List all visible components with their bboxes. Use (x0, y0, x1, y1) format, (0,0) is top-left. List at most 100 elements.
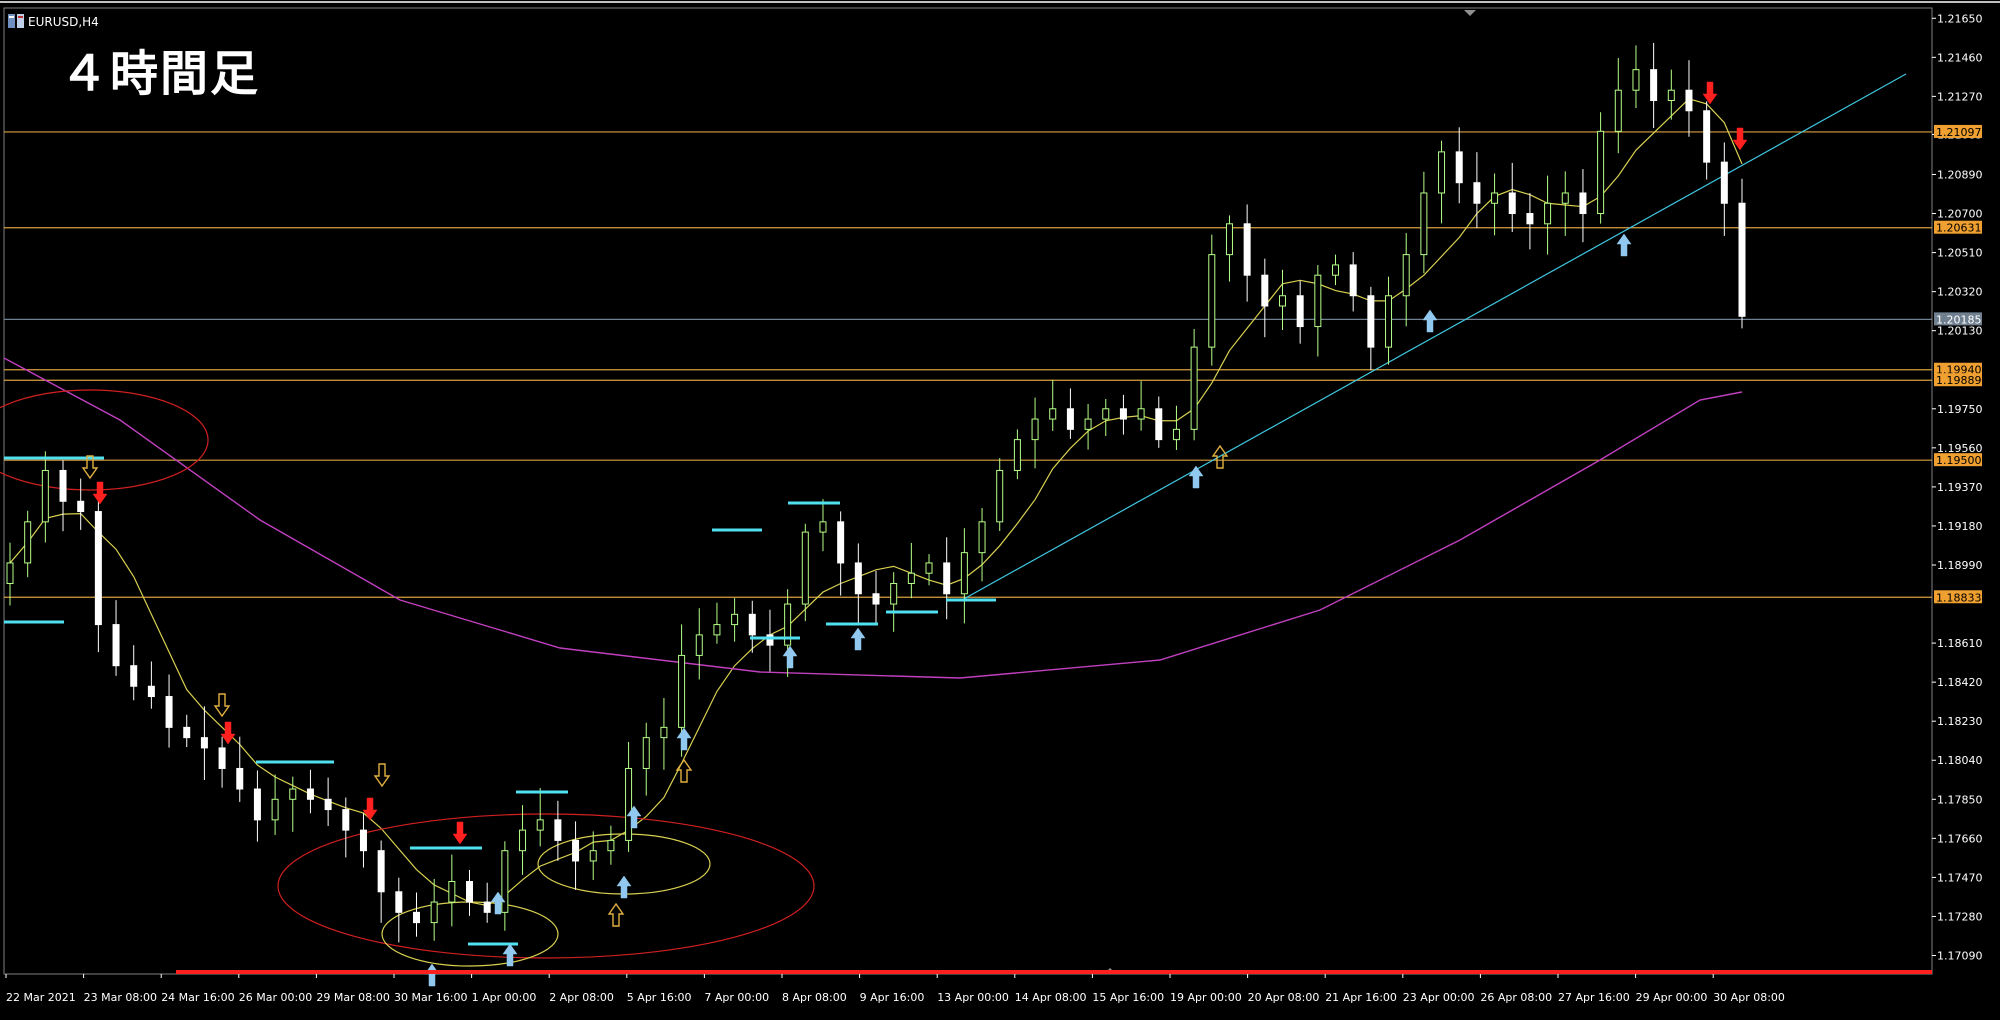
price-chart[interactable]: 1.216501.214601.212701.210851.208901.207… (0, 0, 2000, 1020)
time-tick-label: 26 Apr 08:00 (1480, 991, 1552, 1004)
candle-body (943, 562, 951, 595)
candle-body (112, 624, 120, 667)
time-tick-label: 23 Mar 08:00 (84, 991, 157, 1004)
candle-body (1066, 408, 1074, 430)
time-tick-label: 22 Mar 2021 (6, 991, 76, 1004)
arrow-up-icon (1422, 309, 1438, 333)
price-tick-label: 1.17470 (1937, 871, 1983, 884)
candle-body (925, 562, 933, 574)
time-tick-label: 23 Apr 00:00 (1403, 991, 1475, 1004)
arrow-up-icon (1188, 465, 1204, 489)
candle-body (1544, 202, 1552, 225)
candle-body (94, 511, 102, 626)
slow-ma-line (3, 357, 1743, 679)
candle-body (907, 572, 915, 584)
price-axis: 1.216501.214601.212701.210851.208901.207… (1932, 12, 1983, 963)
arrow-up-icon (607, 902, 625, 927)
signal-arrows (81, 81, 1748, 987)
candle-body (801, 531, 809, 605)
candle-body (289, 788, 297, 800)
candle-body (766, 634, 774, 646)
candle-body (572, 839, 580, 862)
price-tick-label: 1.19180 (1937, 520, 1983, 533)
arrow-down-icon (213, 693, 231, 718)
candle-body (1473, 182, 1481, 204)
candle-body (1190, 346, 1198, 430)
candle-body (448, 881, 456, 903)
candle-body (713, 624, 721, 636)
candle-body (695, 634, 703, 656)
candle-body (1632, 69, 1640, 91)
candle-body (130, 665, 138, 687)
candle-body (77, 500, 85, 513)
time-tick-label: 15 Apr 16:00 (1092, 991, 1164, 1004)
arrow-up-icon (1616, 233, 1632, 257)
candle-body (1332, 264, 1340, 276)
price-tick-label: 1.19750 (1937, 403, 1983, 416)
price-tick-label: 1.18610 (1937, 637, 1983, 650)
arrow-down-icon (373, 763, 391, 788)
arrow-up-icon (616, 875, 632, 899)
candle-body (483, 901, 491, 913)
candle-body (236, 767, 244, 790)
shift-marker-icon (1464, 10, 1476, 16)
time-tick-label: 24 Mar 16:00 (161, 991, 234, 1004)
arrow-down-icon (220, 721, 236, 745)
candle-body (395, 891, 403, 913)
swing-markers (4, 456, 996, 946)
candle-body (377, 850, 385, 893)
fast-ma-line (9, 98, 1743, 907)
candle-body (589, 850, 597, 862)
price-tick-label: 1.20510 (1937, 247, 1983, 260)
candle-body (218, 747, 226, 769)
candle-body (1614, 89, 1622, 132)
chart-window[interactable]: EURUSD,H4 1.216501.214601.212701.210851.… (0, 0, 2000, 1020)
candle-body (1013, 439, 1021, 471)
price-tick-label: 1.21460 (1937, 51, 1983, 64)
price-tick-label: 1.19370 (1937, 481, 1983, 494)
candle-body (960, 552, 968, 595)
arrow-up-icon (502, 943, 518, 967)
candle-body (24, 521, 32, 564)
candle-body (996, 469, 1004, 523)
time-tick-label: 29 Mar 08:00 (316, 991, 389, 1004)
price-tick-label: 1.18040 (1937, 754, 1983, 767)
time-axis: 22 Mar 2021 23 Mar 08:00 24 Mar 16:00 26 Ma… (5, 974, 1785, 1004)
candle-body (6, 562, 14, 584)
horizontal-levels (4, 131, 1932, 598)
candle-body (819, 521, 827, 533)
price-tick-label: 1.18420 (1937, 676, 1983, 689)
price-tick-label: 1.20700 (1937, 208, 1983, 221)
candle-body (1667, 89, 1675, 101)
candle-body (412, 911, 420, 924)
arrow-down-icon (452, 821, 468, 845)
time-tick-label: 7 Apr 00:00 (704, 991, 769, 1004)
uptrend-line (961, 73, 1907, 601)
price-tag-label: 1.19500 (1936, 454, 1982, 467)
time-tick-label: 14 Apr 08:00 (1015, 991, 1087, 1004)
candle-body (660, 726, 668, 739)
candle-body (1243, 223, 1251, 276)
arrow-up-icon (782, 645, 798, 669)
candle-body (359, 829, 367, 852)
candle-body (342, 809, 350, 831)
price-tick-label: 1.20320 (1937, 286, 1983, 299)
candle-body (1084, 418, 1092, 430)
price-tick-label: 1.17850 (1937, 793, 1983, 806)
time-tick-label: 9 Apr 16:00 (860, 991, 925, 1004)
candle-body (731, 613, 739, 626)
candle-body (1491, 192, 1499, 204)
candle-body (607, 839, 615, 852)
candle-body (1137, 408, 1145, 420)
candle-body (501, 850, 509, 913)
candle-body (1579, 192, 1587, 215)
candle-body (1438, 151, 1446, 194)
price-tick-label: 1.20890 (1937, 168, 1983, 181)
candle-body (625, 767, 633, 841)
timeframe-title: ４時間足 (60, 46, 261, 102)
arrow-up-icon (675, 758, 693, 783)
candle-body (147, 685, 155, 698)
candle-body (1049, 408, 1057, 420)
price-tag-label: 1.18833 (1936, 591, 1982, 604)
candle-body (1597, 130, 1605, 215)
